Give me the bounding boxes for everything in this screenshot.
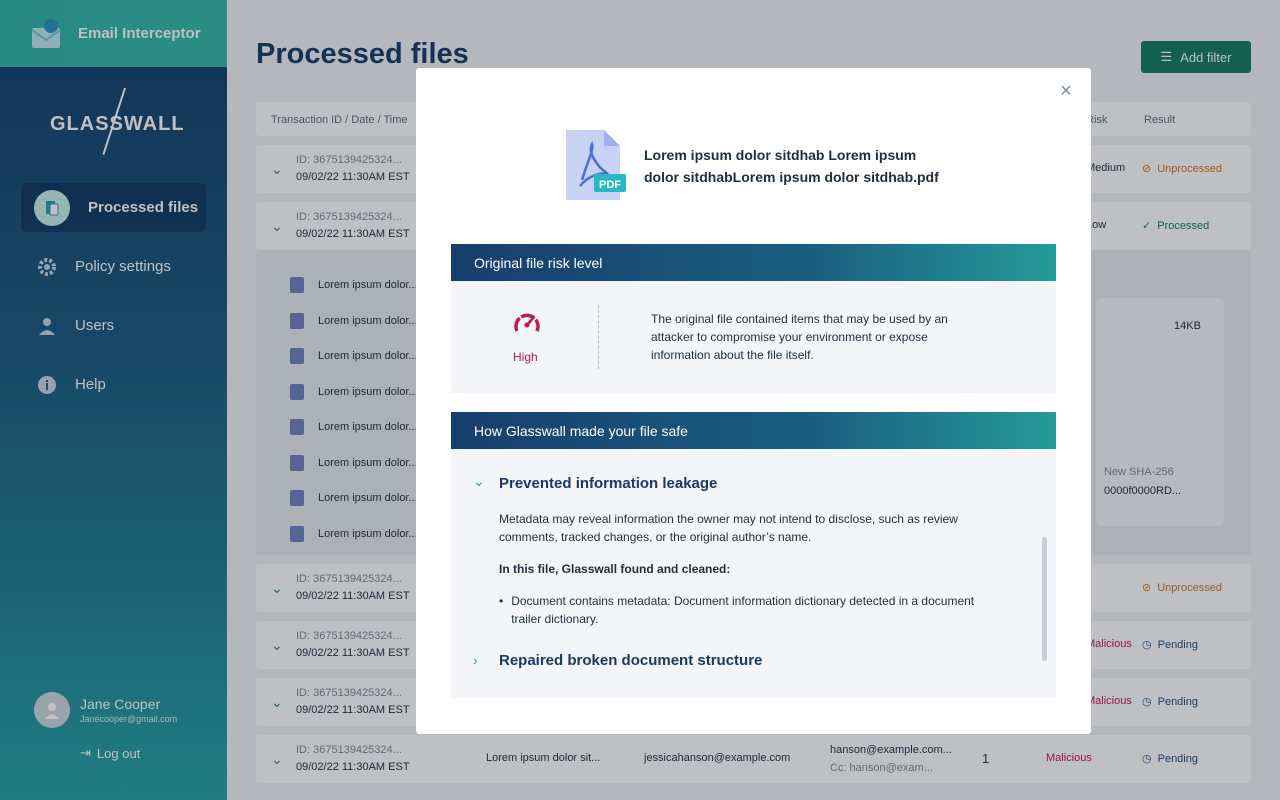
close-icon[interactable]: × [1057,81,1075,101]
accordion-title-information-leakage[interactable]: Prevented information leakage [499,475,717,492]
safe-section: How Glasswall made your file safe ⌄ Prev… [451,412,1056,698]
risk-level-label: High [513,350,538,364]
accordion-title-repaired-structure[interactable]: Repaired broken document structure [499,652,762,669]
found-label: In this file, Glasswall found and cleane… [499,562,731,576]
chevron-down-icon[interactable]: ⌄ [473,473,485,490]
bullet: • [499,594,504,608]
chevron-right-icon[interactable]: › [473,652,478,668]
pdf-badge: PDF [599,179,621,191]
gauge-icon [512,309,542,339]
scrollbar[interactable] [1042,537,1047,661]
risk-level-section: Original file risk level High The origin… [451,244,1056,393]
bullet-text: Document contains metadata: Document inf… [511,594,975,626]
risk-level-body: High The original file contained items t… [451,281,1056,393]
section-title: Original file risk level [451,244,1056,281]
risk-description: The original file contained items that m… [651,312,948,362]
safe-section-body: ⌄ Prevented information leakage Metadata… [451,449,1056,698]
section-title: How Glasswall made your file safe [451,412,1056,449]
modal-file-header: PDF Lorem ipsum dolor sitdhab Lorem ipsu… [564,130,954,202]
accordion-description: Metadata may reveal information the owne… [499,512,958,544]
pdf-file-icon: PDF [564,130,626,202]
divider [598,305,599,369]
file-details-modal: × PDF Lorem ipsum dolor sitdhab Lorem ip… [416,68,1091,734]
list-item: • Document contains metadata: Document i… [499,592,999,628]
modal-file-name: Lorem ipsum dolor sitdhab Lorem ipsum do… [644,147,939,185]
